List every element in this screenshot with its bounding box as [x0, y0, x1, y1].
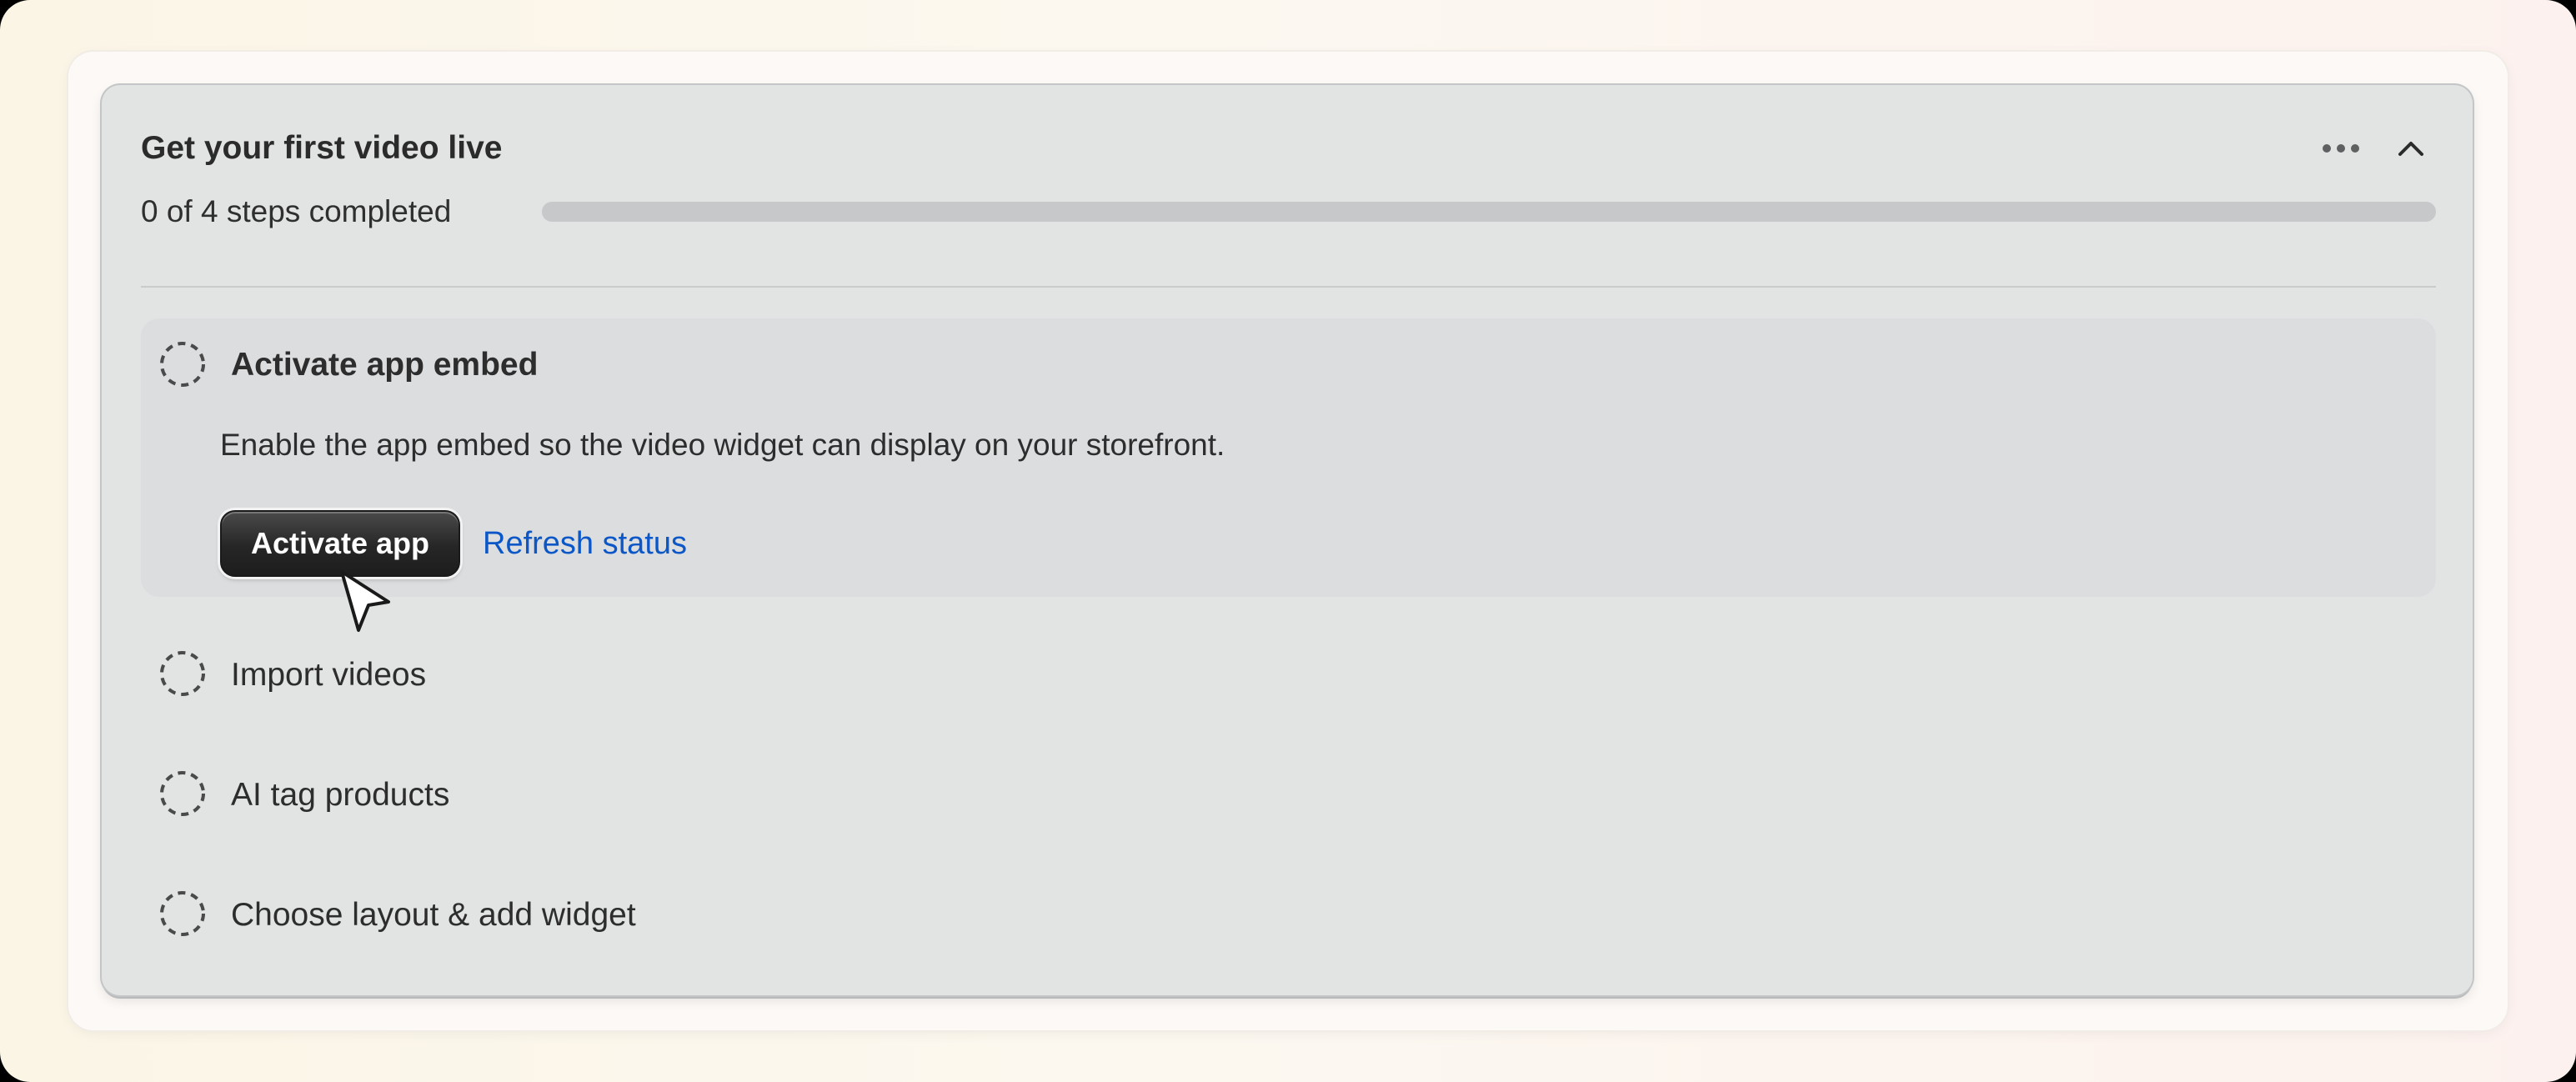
incomplete-circle-icon: [160, 342, 205, 387]
incomplete-circle-icon: [160, 771, 205, 816]
screen: Get your first video live 0 of 4 steps c…: [0, 0, 2576, 1082]
incomplete-circle-icon: [160, 891, 205, 936]
step-status-checkbox[interactable]: [159, 770, 206, 817]
collapse-button[interactable]: [2388, 128, 2434, 168]
more-horizontal-icon: [2323, 144, 2359, 153]
activate-app-button[interactable]: Activate app: [220, 510, 460, 577]
step-status-checkbox[interactable]: [159, 890, 206, 937]
step-status-checkbox[interactable]: [159, 650, 206, 697]
progress-label: 0 of 4 steps completed: [141, 194, 452, 228]
card-title: Get your first video live: [141, 130, 503, 166]
more-actions-button[interactable]: [2314, 128, 2368, 168]
step-description: Enable the app embed so the video widget…: [220, 428, 1225, 462]
divider: [141, 286, 2436, 288]
progress-bar: [542, 202, 2436, 222]
refresh-status-link[interactable]: Refresh status: [483, 522, 687, 565]
incomplete-circle-icon: [160, 651, 205, 696]
step-title-choose-layout[interactable]: Choose layout & add widget: [231, 894, 636, 937]
chevron-up-icon: [2398, 142, 2423, 156]
step-title-activate-app-embed[interactable]: Activate app embed: [231, 343, 538, 387]
step-title-import-videos[interactable]: Import videos: [231, 654, 426, 697]
step-status-checkbox[interactable]: [159, 341, 206, 388]
step-title-ai-tag-products[interactable]: AI tag products: [231, 774, 449, 817]
